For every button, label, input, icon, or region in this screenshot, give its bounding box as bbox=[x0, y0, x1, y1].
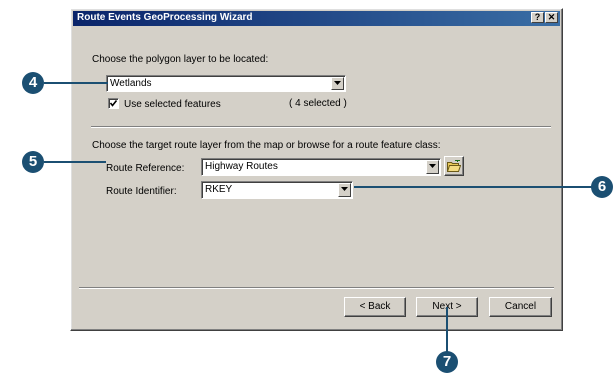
button-divider bbox=[79, 287, 554, 289]
chevron-down-icon bbox=[334, 81, 341, 85]
route-layer-prompt: Choose the target route layer from the m… bbox=[92, 140, 441, 151]
browse-route-button[interactable] bbox=[444, 156, 464, 176]
callout-6: 6 bbox=[591, 176, 613, 198]
route-identifier-label: Route Identifier: bbox=[106, 186, 177, 197]
cancel-button[interactable]: Cancel bbox=[489, 297, 552, 317]
callout-5-leader bbox=[44, 161, 106, 163]
route-reference-dropdown[interactable]: Highway Routes bbox=[201, 158, 441, 176]
use-selected-checkbox[interactable] bbox=[108, 98, 119, 109]
use-selected-label: Use selected features bbox=[124, 99, 221, 110]
route-reference-label: Route Reference: bbox=[106, 163, 185, 174]
polygon-layer-value: Wetlands bbox=[110, 78, 152, 89]
help-button[interactable]: ? bbox=[531, 12, 544, 23]
callout-6-leader bbox=[354, 186, 593, 188]
checkmark-icon bbox=[109, 100, 118, 107]
callout-4: 4 bbox=[22, 72, 44, 94]
callout-5: 5 bbox=[22, 151, 44, 173]
route-identifier-dropdown-button[interactable] bbox=[338, 183, 351, 197]
polygon-layer-dropdown-button[interactable] bbox=[331, 77, 344, 90]
close-button[interactable]: ✕ bbox=[545, 12, 558, 23]
route-identifier-value: RKEY bbox=[205, 184, 233, 195]
selected-count: ( 4 selected ) bbox=[289, 98, 347, 109]
route-reference-value: Highway Routes bbox=[205, 161, 278, 172]
chevron-down-icon bbox=[429, 164, 436, 168]
callout-7: 7 bbox=[436, 351, 458, 373]
title-bar: Route Events GeoProcessing Wizard ? ✕ bbox=[73, 11, 560, 26]
wizard-dialog: Route Events GeoProcessing Wizard ? ✕ Ch… bbox=[70, 8, 563, 331]
route-reference-dropdown-button[interactable] bbox=[426, 160, 439, 174]
polygon-layer-prompt: Choose the polygon layer to be located: bbox=[92, 54, 269, 65]
route-identifier-dropdown[interactable]: RKEY bbox=[201, 181, 353, 199]
section-divider bbox=[91, 126, 551, 128]
callout-4-leader bbox=[44, 82, 108, 84]
dialog-title: Route Events GeoProcessing Wizard bbox=[77, 12, 253, 23]
back-button[interactable]: < Back bbox=[344, 297, 406, 317]
folder-browse-icon bbox=[447, 160, 461, 172]
polygon-layer-dropdown[interactable]: Wetlands bbox=[106, 75, 346, 92]
chevron-down-icon bbox=[341, 187, 348, 191]
callout-7-leader bbox=[446, 307, 448, 352]
